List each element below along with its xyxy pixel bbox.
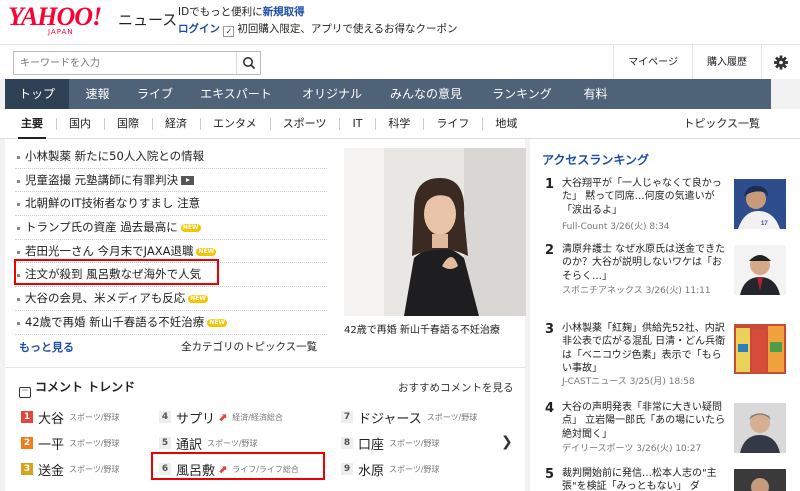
comment-trend-title: ··· コメント トレンド — [19, 378, 135, 398]
headline-photo[interactable] — [344, 148, 526, 316]
trend-item[interactable]: 8 口座 スポーツ/野球 — [341, 430, 477, 456]
promo-block: IDでもっと便利に新規取得 ログイン ✓ 初回購入限定、アプリで使えるお得なクーポ… — [178, 6, 458, 37]
recommended-comments-link[interactable]: おすすめコメントを見る — [398, 380, 514, 395]
new-badge: NEW — [207, 318, 228, 327]
signup-link[interactable]: 新規取得 — [263, 6, 305, 18]
nav-tab-breaking[interactable]: 速報 — [69, 79, 126, 109]
category-tab-local[interactable]: 地域 — [482, 109, 530, 139]
gear-icon — [774, 55, 788, 70]
trend-item[interactable]: 2 一平 スポーツ/野球 — [21, 430, 120, 456]
search-bar-row: マイページ 購入履歴 — [0, 44, 800, 80]
category-tab-it[interactable]: IT — [339, 109, 375, 139]
ranking-thumbnail: 17 — [734, 179, 786, 229]
more-link[interactable]: もっと見る — [19, 339, 74, 355]
headline-item[interactable]: 42歳で再婚 新山千春語る不妊治療 NEW — [15, 311, 327, 335]
ranking-item[interactable]: 3 小林製薬「紅麹」供給先52社、内訳非公表で広がる混乱 日清・どん兵衛は「ベニ… — [542, 322, 800, 394]
video-icon — [181, 175, 195, 185]
trend-item[interactable]: 3 送金 スポーツ/野球 — [21, 456, 120, 482]
nav-tab-original[interactable]: オリジナル — [288, 79, 376, 109]
nav-tab-expert[interactable]: エキスパート — [184, 79, 288, 109]
new-badge: NEW — [180, 224, 201, 233]
nav-tab-paid[interactable]: 有料 — [568, 79, 623, 109]
chevron-right-icon[interactable]: ❯ — [501, 434, 513, 450]
nav-tab-ranking[interactable]: ランキング — [476, 79, 568, 109]
access-ranking-title: アクセスランキング — [542, 153, 650, 167]
page-header: YAHOO! JAPAN ニュース IDでもっと便利に新規取得 ログイン ✓ 初回… — [0, 0, 800, 44]
search-box — [13, 51, 261, 75]
ranking-thumbnail — [734, 245, 786, 295]
search-button[interactable] — [236, 52, 260, 74]
svg-text:17: 17 — [761, 221, 768, 227]
new-badge: NEW — [188, 295, 208, 304]
ranking-item[interactable]: 5 裁判開始前に発信…松本人志の"主張"を検証「みっともない」 ダ — [542, 467, 800, 491]
category-tab-main[interactable]: 主要 — [8, 109, 56, 139]
category-nav: 主要 国内 国際 経済 エンタメ スポーツ IT 科学 ライフ 地域 トピックス… — [0, 109, 800, 139]
trend-item[interactable]: 9 水原 スポーツ/野球 — [341, 456, 477, 482]
trend-item[interactable]: 1 大谷 スポーツ/野球 — [21, 404, 120, 430]
search-input[interactable] — [14, 52, 234, 74]
comment-trend: ··· コメント トレンド おすすめコメントを見る 1 大谷 スポーツ/野球 2 一平ス… — [5, 367, 525, 491]
rising-arrow-icon: ⬈ — [218, 410, 228, 424]
trend-column: 7 ドジャース スポーツ/野球 8 口座 スポーツ/野球 9 水原 スポーツ/野球 — [341, 404, 477, 482]
new-badge: NEW — [196, 247, 217, 256]
comment-icon: ··· — [19, 387, 31, 398]
trend-column: 1 大谷 スポーツ/野球 2 一平 スポーツ/野球 3 送金 スポーツ/野球 — [21, 404, 120, 482]
access-ranking: アクセスランキング 1 大谷翔平が「一人じゃなくて良かった」 黙って同席…何度の… — [530, 139, 800, 491]
highlight-box-trend — [151, 452, 325, 480]
settings-button[interactable] — [761, 45, 800, 80]
coupon-promo-link[interactable]: 初回購入限定、アプリで使えるお得なクーポン — [237, 23, 457, 35]
trend-item[interactable]: 7 ドジャース スポーツ/野球 — [341, 404, 477, 430]
trend-item[interactable]: 4 サプリ ⬈ 経済/経済総合 — [159, 404, 299, 430]
mypage-link[interactable]: マイページ — [613, 45, 692, 80]
category-tab-life[interactable]: ライフ — [423, 109, 482, 139]
global-nav: トップ 速報 ライブ エキスパート オリジナル みんなの意見 ランキング 有料 — [5, 79, 771, 109]
ranking-item[interactable]: 4 大谷の声明発表「非常に大きい疑問点」 立岩陽一郎氏「あの場にいたら絶対聞く」… — [542, 401, 800, 465]
headline-item[interactable]: トランプ氏の資産 過去最高に NEW — [15, 216, 327, 240]
highlight-box-headline — [14, 259, 219, 285]
ranking-item[interactable]: 1 大谷翔平が「一人じゃなくて良かった」 黙って同席…何度の気遣いが「涙出るよ」… — [542, 177, 800, 239]
topics-list-link[interactable]: トピックス一覧 — [670, 109, 800, 139]
headline-item[interactable]: 児童盗撮 元塾講師に有罪判決 — [15, 169, 327, 193]
headline-list: 小林製薬 新たに50人入院との情報 児童盗撮 元塾講師に有罪判決 北朝鮮のIT技… — [15, 145, 327, 335]
section-title[interactable]: ニュース — [118, 9, 177, 30]
yahoo-japan-logo[interactable]: YAHOO! JAPAN — [8, 4, 102, 36]
headline-item[interactable]: 大谷の会見、米メディアも反応 NEW — [15, 287, 327, 311]
category-tab-domestic[interactable]: 国内 — [56, 109, 104, 139]
category-tab-economy[interactable]: 経済 — [152, 109, 200, 139]
category-tab-science[interactable]: 科学 — [375, 109, 423, 139]
category-tab-entertainment[interactable]: エンタメ — [200, 109, 270, 139]
ranking-item[interactable]: 2 清原弁護士 なぜ水原氏は送金できたのか？大谷が説明しないワケは「おそらく…」… — [542, 243, 800, 309]
nav-tab-opinions[interactable]: みんなの意見 — [376, 79, 476, 109]
ranking-thumbnail — [734, 469, 786, 491]
check-icon: ✓ — [223, 26, 235, 37]
photo-caption[interactable]: 42歳で再婚 新山千春語る不妊治療 — [344, 321, 526, 336]
headline-item[interactable]: 北朝鮮のIT技術者なりすまし 注意 — [15, 192, 327, 217]
search-icon — [243, 57, 256, 70]
login-link[interactable]: ログイン — [178, 23, 220, 35]
headline-item[interactable]: 小林製薬 新たに50人入院との情報 — [15, 145, 327, 169]
all-topics-link[interactable]: 全カテゴリのトピックス一覧 — [181, 339, 317, 354]
ranking-thumbnail — [734, 403, 786, 453]
category-tab-international[interactable]: 国際 — [104, 109, 152, 139]
ranking-thumbnail — [734, 324, 786, 374]
purchase-history-link[interactable]: 購入履歴 — [692, 45, 761, 80]
nav-tab-top[interactable]: トップ — [5, 79, 69, 109]
nav-tab-live[interactable]: ライブ — [126, 79, 184, 109]
category-tab-sports[interactable]: スポーツ — [269, 109, 340, 139]
